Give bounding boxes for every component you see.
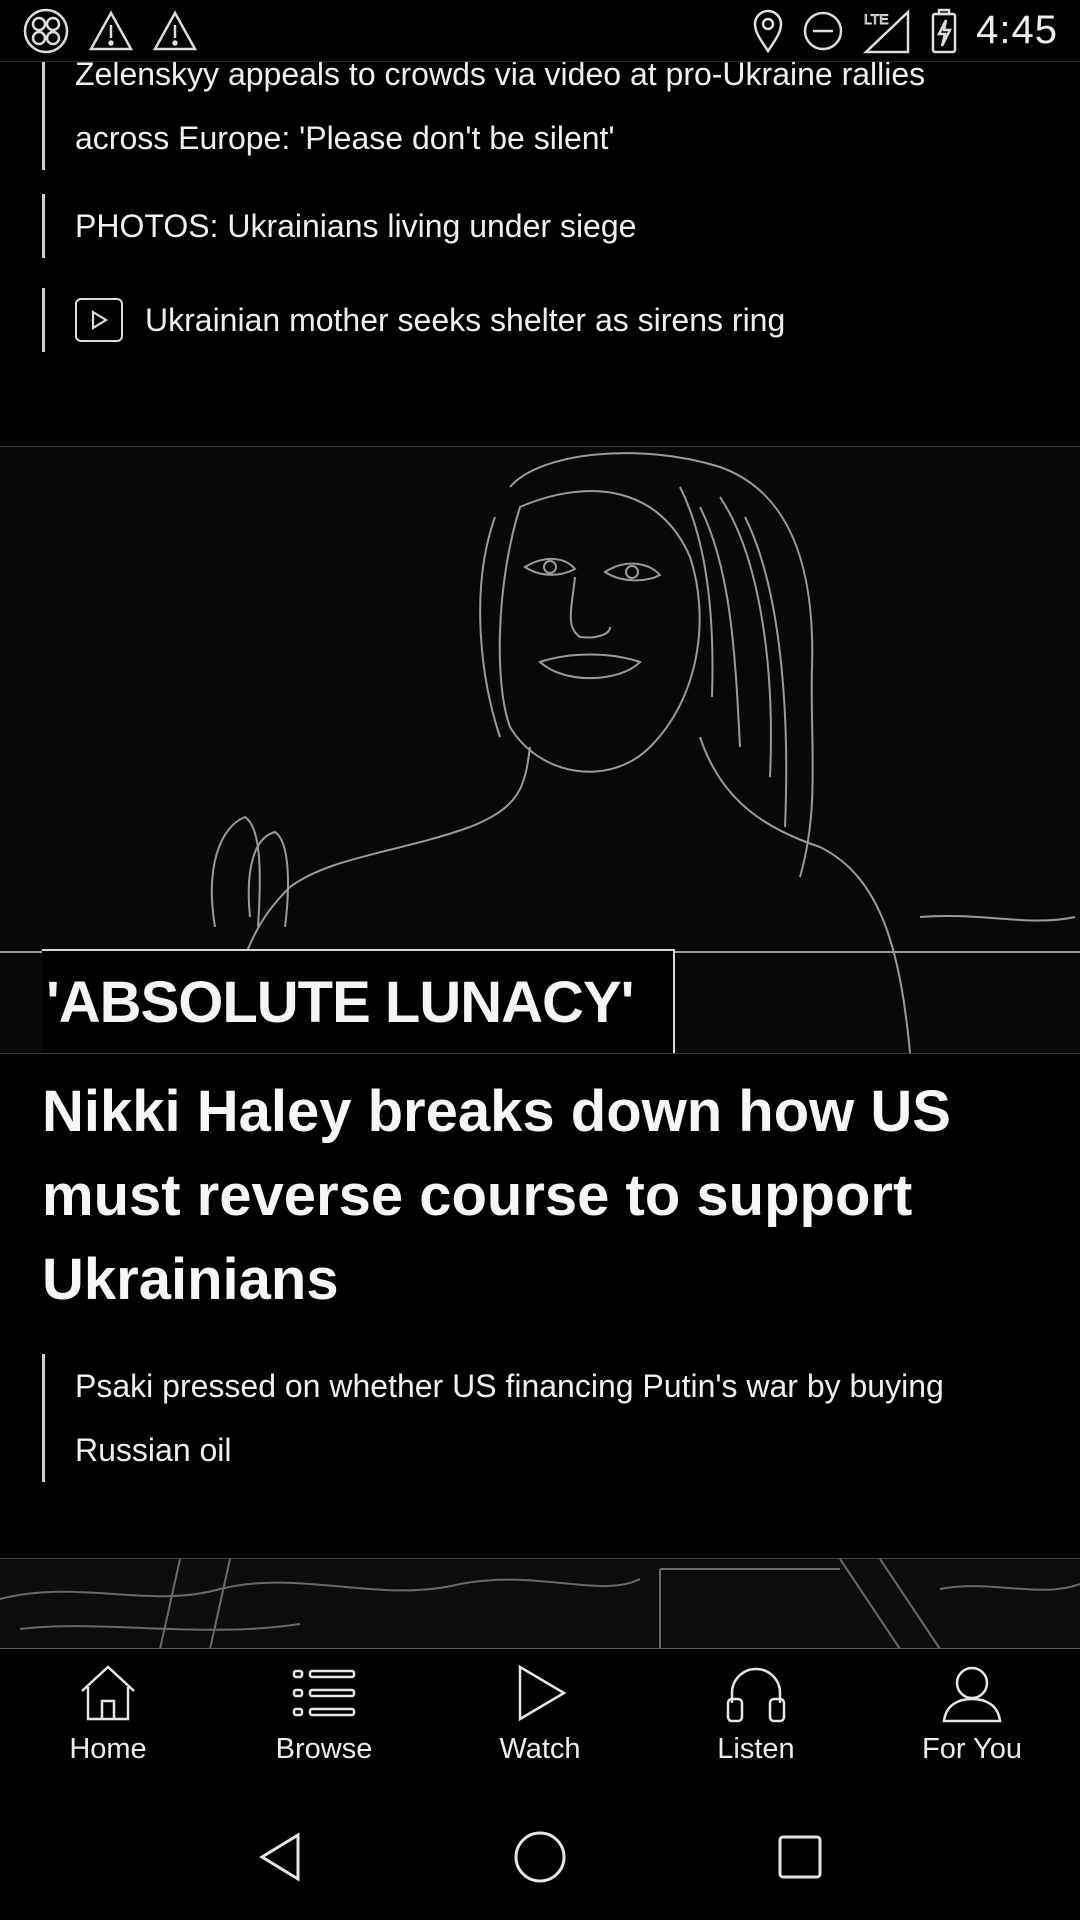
- next-story-image[interactable]: [0, 1558, 1080, 1648]
- status-time: 4:45: [976, 8, 1058, 52]
- hero-story-headline[interactable]: Nikki Haley breaks down how US must reve…: [42, 1070, 1042, 1322]
- back-button[interactable]: [240, 1817, 320, 1897]
- nav-browse[interactable]: Browse: [216, 1649, 432, 1795]
- back-icon: [259, 1832, 300, 1882]
- home-circle-icon: [514, 1831, 566, 1883]
- story-kicker: 'ABSOLUTE LUNACY': [42, 949, 676, 1053]
- play-icon: [518, 1664, 567, 1722]
- news-feed[interactable]: Zelenskyy appeals to crowds via video at…: [0, 62, 1080, 1648]
- related-story-link[interactable]: PHOTOS: Ukrainians living under siege: [42, 194, 1022, 258]
- battery-charging-icon: [930, 8, 958, 54]
- system-navigation-bar: [0, 1794, 1080, 1920]
- svg-text:LTE: LTE: [864, 11, 889, 27]
- nav-watch[interactable]: Watch: [432, 1649, 648, 1795]
- related-story-link[interactable]: Psaki pressed on whether US financing Pu…: [42, 1354, 1022, 1482]
- alert-icon: [88, 9, 134, 52]
- alert-icon: [152, 9, 198, 52]
- nav-listen[interactable]: Listen: [648, 1649, 864, 1795]
- related-story-title: PHOTOS: Ukrainians living under siege: [75, 208, 637, 244]
- person-icon: [942, 1666, 1002, 1723]
- status-bar: LTE 4:45: [0, 0, 1080, 62]
- headphones-icon: [726, 1667, 786, 1723]
- related-story-link[interactable]: Zelenskyy appeals to crowds via video at…: [42, 62, 1022, 170]
- do-not-disturb-icon: [802, 10, 844, 52]
- nav-home-label: Home: [69, 1733, 147, 1765]
- nav-browse-label: Browse: [275, 1733, 373, 1765]
- home-icon: [81, 1665, 135, 1721]
- nav-home[interactable]: Home: [0, 1649, 216, 1795]
- related-story-title: Ukrainian mother seeks shelter as sirens…: [145, 302, 786, 338]
- nav-for-you-label: For You: [922, 1733, 1022, 1765]
- recents-icon: [778, 1835, 822, 1879]
- related-story-title: Psaki pressed on whether US financing Pu…: [75, 1368, 944, 1468]
- app-launcher-icon: [22, 7, 70, 55]
- related-video-link[interactable]: Ukrainian mother seeks shelter as sirens…: [42, 288, 1022, 352]
- bottom-navigation: Home Browse Watch Listen For You: [0, 1648, 1080, 1796]
- nav-watch-label: Watch: [499, 1733, 581, 1765]
- related-story-title: Zelenskyy appeals to crowds via video at…: [75, 62, 926, 156]
- lte-signal-icon: LTE: [862, 8, 912, 54]
- screen: LTE 4:45 Zelenskyy appeals to crowds via…: [0, 0, 1080, 1920]
- recents-button[interactable]: [760, 1817, 840, 1897]
- video-play-icon: [75, 298, 123, 342]
- location-icon: [752, 9, 784, 53]
- home-button[interactable]: [500, 1817, 580, 1897]
- hero-story-image[interactable]: 'ABSOLUTE LUNACY': [0, 446, 1080, 1054]
- nav-for-you[interactable]: For You: [864, 1649, 1080, 1795]
- list-icon: [292, 1669, 356, 1717]
- nav-listen-label: Listen: [717, 1733, 795, 1765]
